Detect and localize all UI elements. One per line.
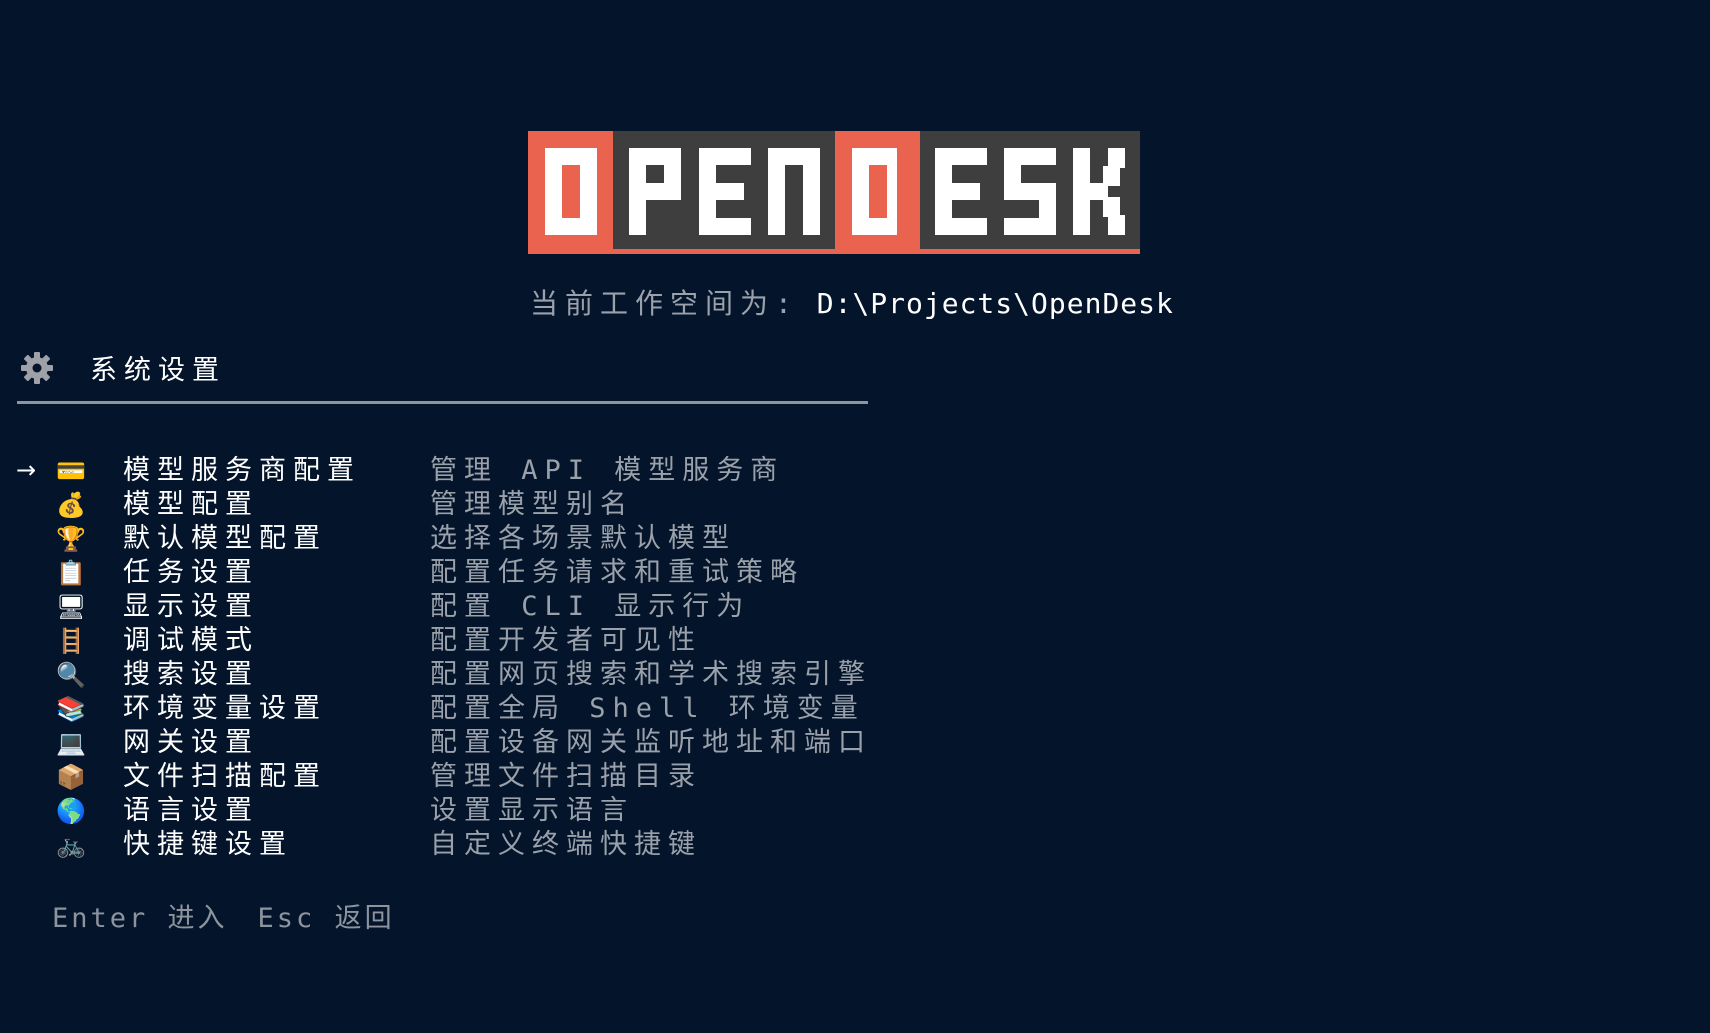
- menu-item-label: 显示设置: [123, 591, 259, 622]
- books-icon: 📚: [56, 695, 86, 723]
- menu-item-label: 调试模式: [123, 625, 259, 656]
- logo-underline: [528, 249, 1140, 254]
- menu-item[interactable]: 🏆 默认模型配置 选择各场景默认模型: [0, 522, 880, 556]
- enter-hint: Enter 进入: [52, 903, 228, 934]
- workspace-path: D:\Projects\OpenDesk: [816, 287, 1174, 320]
- menu-item-description: 设置显示语言: [430, 795, 634, 826]
- menu-item-description: 管理文件扫描目录: [430, 761, 702, 792]
- clipboard-icon: 📋: [56, 559, 86, 587]
- menu-item[interactable]: 💻 网关设置 配置设备网关监听地址和端口: [0, 726, 880, 760]
- section-header: 系统设置: [20, 348, 226, 387]
- menu-item[interactable]: 🪜 调试模式 配置开发者可见性: [0, 624, 880, 658]
- bicycle-icon: 🚲: [56, 831, 86, 859]
- menu-item[interactable]: 🖥 显示设置 配置 CLI 显示行为: [0, 590, 880, 624]
- magnifier-icon: 🔍: [56, 661, 86, 689]
- logo-letters: [545, 148, 1125, 235]
- menu-item[interactable]: 📦 文件扫描配置 管理文件扫描目录: [0, 760, 880, 794]
- menu-item-label: 网关设置: [123, 727, 259, 758]
- workspace-info: 当前工作空间为: D:\Projects\OpenDesk: [530, 282, 1174, 322]
- section-title: 系统设置: [90, 355, 226, 386]
- menu-item[interactable]: 🚲 快捷键设置 自定义终端快捷键: [0, 828, 880, 862]
- monitor-icon: 🖥: [56, 593, 87, 621]
- money-bag-icon: 💰: [56, 491, 86, 519]
- menu-item-description: 选择各场景默认模型: [430, 523, 736, 554]
- menu-item-label: 模型配置: [123, 489, 259, 520]
- menu-item-label: 任务设置: [123, 557, 259, 588]
- menu-item-description: 配置任务请求和重试策略: [430, 557, 804, 588]
- key-hints: Enter 进入 Esc 返回: [52, 896, 425, 935]
- opendesk-logo: [528, 131, 1140, 254]
- menu-item[interactable]: → 💳 模型服务商配置 管理 API 模型服务商: [0, 454, 880, 488]
- workspace-label: 当前工作空间为:: [530, 287, 799, 320]
- menu-item-description: 配置全局 Shell 环境变量: [430, 693, 865, 724]
- menu-item-description: 配置网页搜索和学术搜索引擎: [430, 659, 872, 690]
- trophy-icon: 🏆: [56, 525, 86, 553]
- laptop-icon: 💻: [56, 729, 86, 757]
- menu-item-label: 模型服务商配置: [123, 455, 361, 486]
- menu-item[interactable]: 🔍 搜索设置 配置网页搜索和学术搜索引擎: [0, 658, 880, 692]
- menu-item[interactable]: 📚 环境变量设置 配置全局 Shell 环境变量: [0, 692, 880, 726]
- gear-icon: [20, 351, 54, 385]
- menu-item-label: 语言设置: [123, 795, 259, 826]
- menu-item-description: 自定义终端快捷键: [430, 829, 702, 860]
- menu-item-description: 配置设备网关监听地址和端口: [430, 727, 872, 758]
- ladder-icon: 🪜: [56, 627, 86, 655]
- menu-item-label: 搜索设置: [123, 659, 259, 690]
- menu-item[interactable]: 🌎 语言设置 设置显示语言: [0, 794, 880, 828]
- menu-item-label: 环境变量设置: [123, 693, 327, 724]
- menu-item[interactable]: 📋 任务设置 配置任务请求和重试策略: [0, 556, 880, 590]
- selection-arrow-icon: →: [16, 456, 37, 484]
- menu-item-description: 管理模型别名: [430, 489, 634, 520]
- menu-item-label: 快捷键设置: [123, 829, 293, 860]
- menu-item-label: 默认模型配置: [123, 523, 327, 554]
- section-divider: [17, 401, 868, 404]
- menu-item-label: 文件扫描配置: [123, 761, 327, 792]
- menu-item-description: 管理 API 模型服务商: [430, 455, 785, 486]
- menu-item-description: 配置开发者可见性: [430, 625, 702, 656]
- credit-card-icon: 💳: [56, 457, 86, 485]
- globe-icon: 🌎: [56, 797, 86, 825]
- esc-hint: Esc 返回: [257, 903, 395, 934]
- menu-item-description: 配置 CLI 显示行为: [430, 591, 751, 622]
- menu-item[interactable]: 💰 模型配置 管理模型别名: [0, 488, 880, 522]
- settings-menu: → 💳 模型服务商配置 管理 API 模型服务商 💰 模型配置 管理模型别名 🏆 默认模型配置 选…: [0, 454, 880, 862]
- package-icon: 📦: [56, 763, 86, 791]
